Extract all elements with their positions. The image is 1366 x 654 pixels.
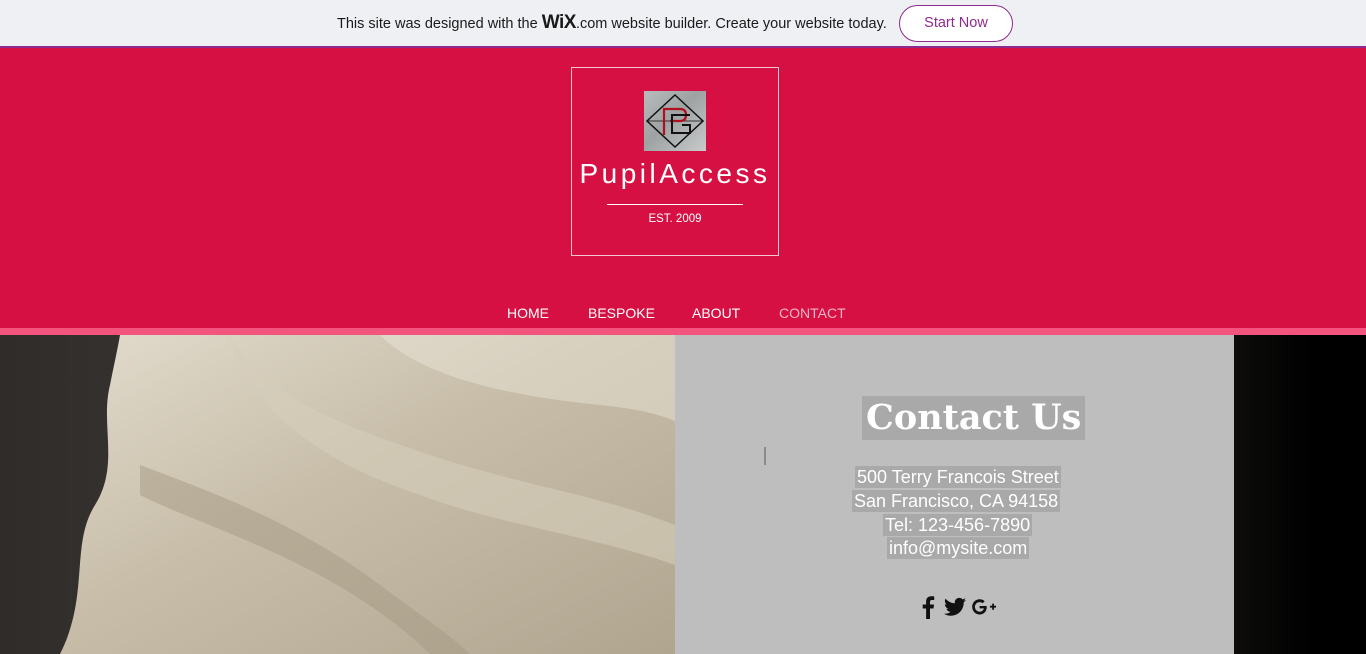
wix-logo: WiX [541,12,577,33]
contact-title: Contact Us [862,396,1086,440]
logo-block[interactable]: PupilAccess EST. 2009 [571,67,779,256]
brand-divider [607,204,743,205]
start-now-button[interactable]: Start Now [899,5,1013,42]
main-nav: HOME BESPOKE ABOUT CONTACT [0,305,1366,325]
phone-text: Tel: 123-456-7890 [883,514,1033,536]
nav-item-about[interactable]: ABOUT [692,305,740,321]
nav-item-home[interactable]: HOME [507,305,549,321]
nav-item-bespoke[interactable]: BESPOKE [588,305,655,321]
right-dark-image-edge [1234,335,1366,654]
fabric-photo [0,335,675,654]
banner-prefix: This site was designed with the [337,16,538,32]
contact-panel: Contact Us 500 Terry Francois Street San… [675,335,1234,654]
banner-suffix: website builder. Create your website tod… [611,16,887,32]
established-text: EST. 2009 [648,213,702,225]
address-line-2: San Francisco, CA 94158 [852,490,1061,512]
facebook-icon[interactable] [917,595,939,619]
text-cursor [764,447,766,465]
wix-logo-suffix: .com [575,16,608,32]
address-line-1: 500 Terry Francois Street [855,466,1061,488]
banner-message: This site was designed with the WiX.com … [337,12,887,33]
wix-promo-banner: This site was designed with the WiX.com … [0,0,1366,48]
twitter-icon[interactable] [944,597,966,619]
brand-name: PupilAccess [579,158,771,189]
email-link[interactable]: info@mysite.com [887,537,1030,559]
google-plus-icon[interactable] [972,599,997,621]
nav-item-contact[interactable]: CONTACT [779,305,846,321]
header-accent-stripe [0,328,1366,335]
site-header: PupilAccess EST. 2009 HOME BESPOKE ABOUT… [0,48,1366,328]
pa-monogram-logo [644,91,706,151]
